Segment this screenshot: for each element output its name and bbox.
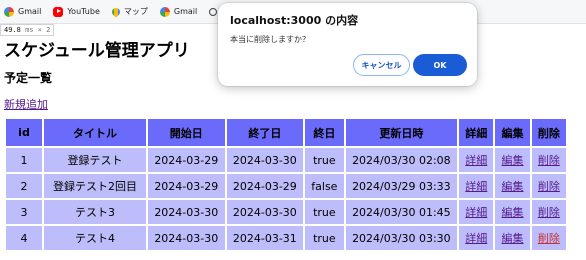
cell-edit: 編集 (495, 148, 530, 172)
header-id: id (6, 119, 42, 146)
cell-delete: 削除 (531, 174, 566, 198)
edit-link[interactable]: 編集 (502, 232, 524, 245)
youtube-icon (53, 6, 64, 17)
cell-id: 2 (6, 174, 42, 198)
new-schedule-link[interactable]: 新規追加 (4, 96, 48, 112)
cell-allday: false (305, 174, 344, 198)
bookmark-gmail-2[interactable]: Gmail (159, 6, 198, 17)
delete-link[interactable]: 削除 (538, 206, 560, 219)
header-delete: 削除 (531, 119, 566, 146)
edit-link[interactable]: 編集 (502, 180, 524, 193)
delete-link[interactable]: 削除 (538, 232, 560, 245)
cell-updated: 2024/03/30 02:08 (345, 148, 458, 172)
cell-end: 2024-03-30 (226, 200, 304, 224)
detail-link[interactable]: 詳細 (465, 232, 487, 245)
detail-link[interactable]: 詳細 (465, 154, 487, 167)
cell-edit: 編集 (495, 226, 530, 250)
cell-detail: 詳細 (459, 148, 494, 172)
cell-title: テスト3 (44, 200, 146, 224)
cell-start: 2024-03-30 (148, 200, 225, 224)
confirm-dialog: localhost:3000 の内容 本当に削除しますか？ キャンセル OK (218, 3, 477, 86)
cell-edit: 編集 (495, 200, 530, 224)
fps-unit: ms (25, 26, 34, 34)
bookmark-gmail[interactable]: Gmail (4, 6, 42, 17)
delete-link[interactable]: 削除 (538, 154, 560, 167)
cell-start: 2024-03-30 (148, 226, 225, 250)
fps-extra: × 2 (37, 26, 51, 34)
header-updated: 更新日時 (345, 119, 458, 146)
bookmark-youtube[interactable]: YouTube (53, 6, 100, 17)
cell-delete: 削除 (531, 200, 566, 224)
fps-meter: 49.8 ms × 2 (0, 24, 55, 36)
fps-value: 49.8 (4, 26, 21, 34)
cell-start: 2024-03-29 (148, 148, 225, 172)
table-header-row: id タイトル 開始日 終了日 終日 更新日時 詳細 編集 削除 (6, 119, 566, 146)
table-row: 3 テスト3 2024-03-30 2024-03-30 true 2024/0… (6, 200, 566, 224)
table-row: 2 登録テスト2回目 2024-03-29 2024-03-29 false 2… (6, 174, 566, 198)
cell-updated: 2024/03/30 01:45 (345, 200, 458, 224)
header-edit: 編集 (495, 119, 530, 146)
cell-detail: 詳細 (459, 174, 494, 198)
ok-button[interactable]: OK (413, 54, 467, 76)
cell-delete: 削除 (531, 226, 566, 250)
cell-delete: 削除 (531, 148, 566, 172)
header-start: 開始日 (148, 119, 225, 146)
cell-end: 2024-03-29 (226, 174, 304, 198)
google-icon (159, 6, 170, 17)
header-allday: 終日 (305, 119, 344, 146)
cell-allday: true (305, 148, 344, 172)
header-end: 終了日 (226, 119, 304, 146)
cell-id: 4 (6, 226, 42, 250)
cell-end: 2024-03-30 (226, 148, 304, 172)
detail-link[interactable]: 詳細 (465, 206, 487, 219)
cell-edit: 編集 (495, 174, 530, 198)
cell-updated: 2024/03/30 03:30 (345, 226, 458, 250)
section-title: 予定一覧 (4, 71, 53, 85)
globe-icon (209, 7, 218, 16)
cell-allday: true (305, 200, 344, 224)
dialog-message: 本当に削除しますか？ (230, 35, 310, 44)
table-row: 4 テスト4 2024-03-30 2024-03-31 true 2024/0… (6, 226, 566, 250)
cell-updated: 2024/03/29 03:33 (345, 174, 458, 198)
maps-icon (110, 5, 122, 18)
page-title: スケジュール管理アプリ (4, 41, 190, 61)
cell-id: 3 (6, 200, 42, 224)
edit-link[interactable]: 編集 (502, 206, 524, 219)
cell-detail: 詳細 (459, 226, 494, 250)
cancel-button[interactable]: キャンセル (353, 54, 410, 76)
google-icon (4, 6, 14, 17)
table-row: 1 登録テスト 2024-03-29 2024-03-30 true 2024/… (6, 148, 566, 172)
cell-allday: true (305, 226, 344, 250)
cell-title: 登録テスト2回目 (44, 174, 146, 198)
bookmark-label: Gmail (18, 7, 42, 16)
cell-detail: 詳細 (459, 200, 494, 224)
dialog-title: localhost:3000 の内容 (230, 14, 359, 27)
cell-end: 2024-03-31 (226, 226, 304, 250)
bookmark-maps[interactable]: マップ (110, 5, 148, 18)
cell-title: 登録テスト (44, 148, 146, 172)
header-title: タイトル (44, 119, 146, 146)
bookmark-label: Gmail (173, 7, 198, 16)
detail-link[interactable]: 詳細 (465, 180, 487, 193)
schedule-table: id タイトル 開始日 終了日 終日 更新日時 詳細 編集 削除 1 登録テスト… (4, 117, 568, 252)
cell-start: 2024-03-29 (148, 174, 225, 198)
edit-link[interactable]: 編集 (502, 154, 524, 167)
cell-id: 1 (6, 148, 42, 172)
bookmark-label: マップ (123, 7, 148, 16)
cell-title: テスト4 (44, 226, 146, 250)
header-detail: 詳細 (459, 119, 494, 146)
bookmark-label: YouTube (67, 7, 100, 16)
delete-link[interactable]: 削除 (538, 180, 560, 193)
